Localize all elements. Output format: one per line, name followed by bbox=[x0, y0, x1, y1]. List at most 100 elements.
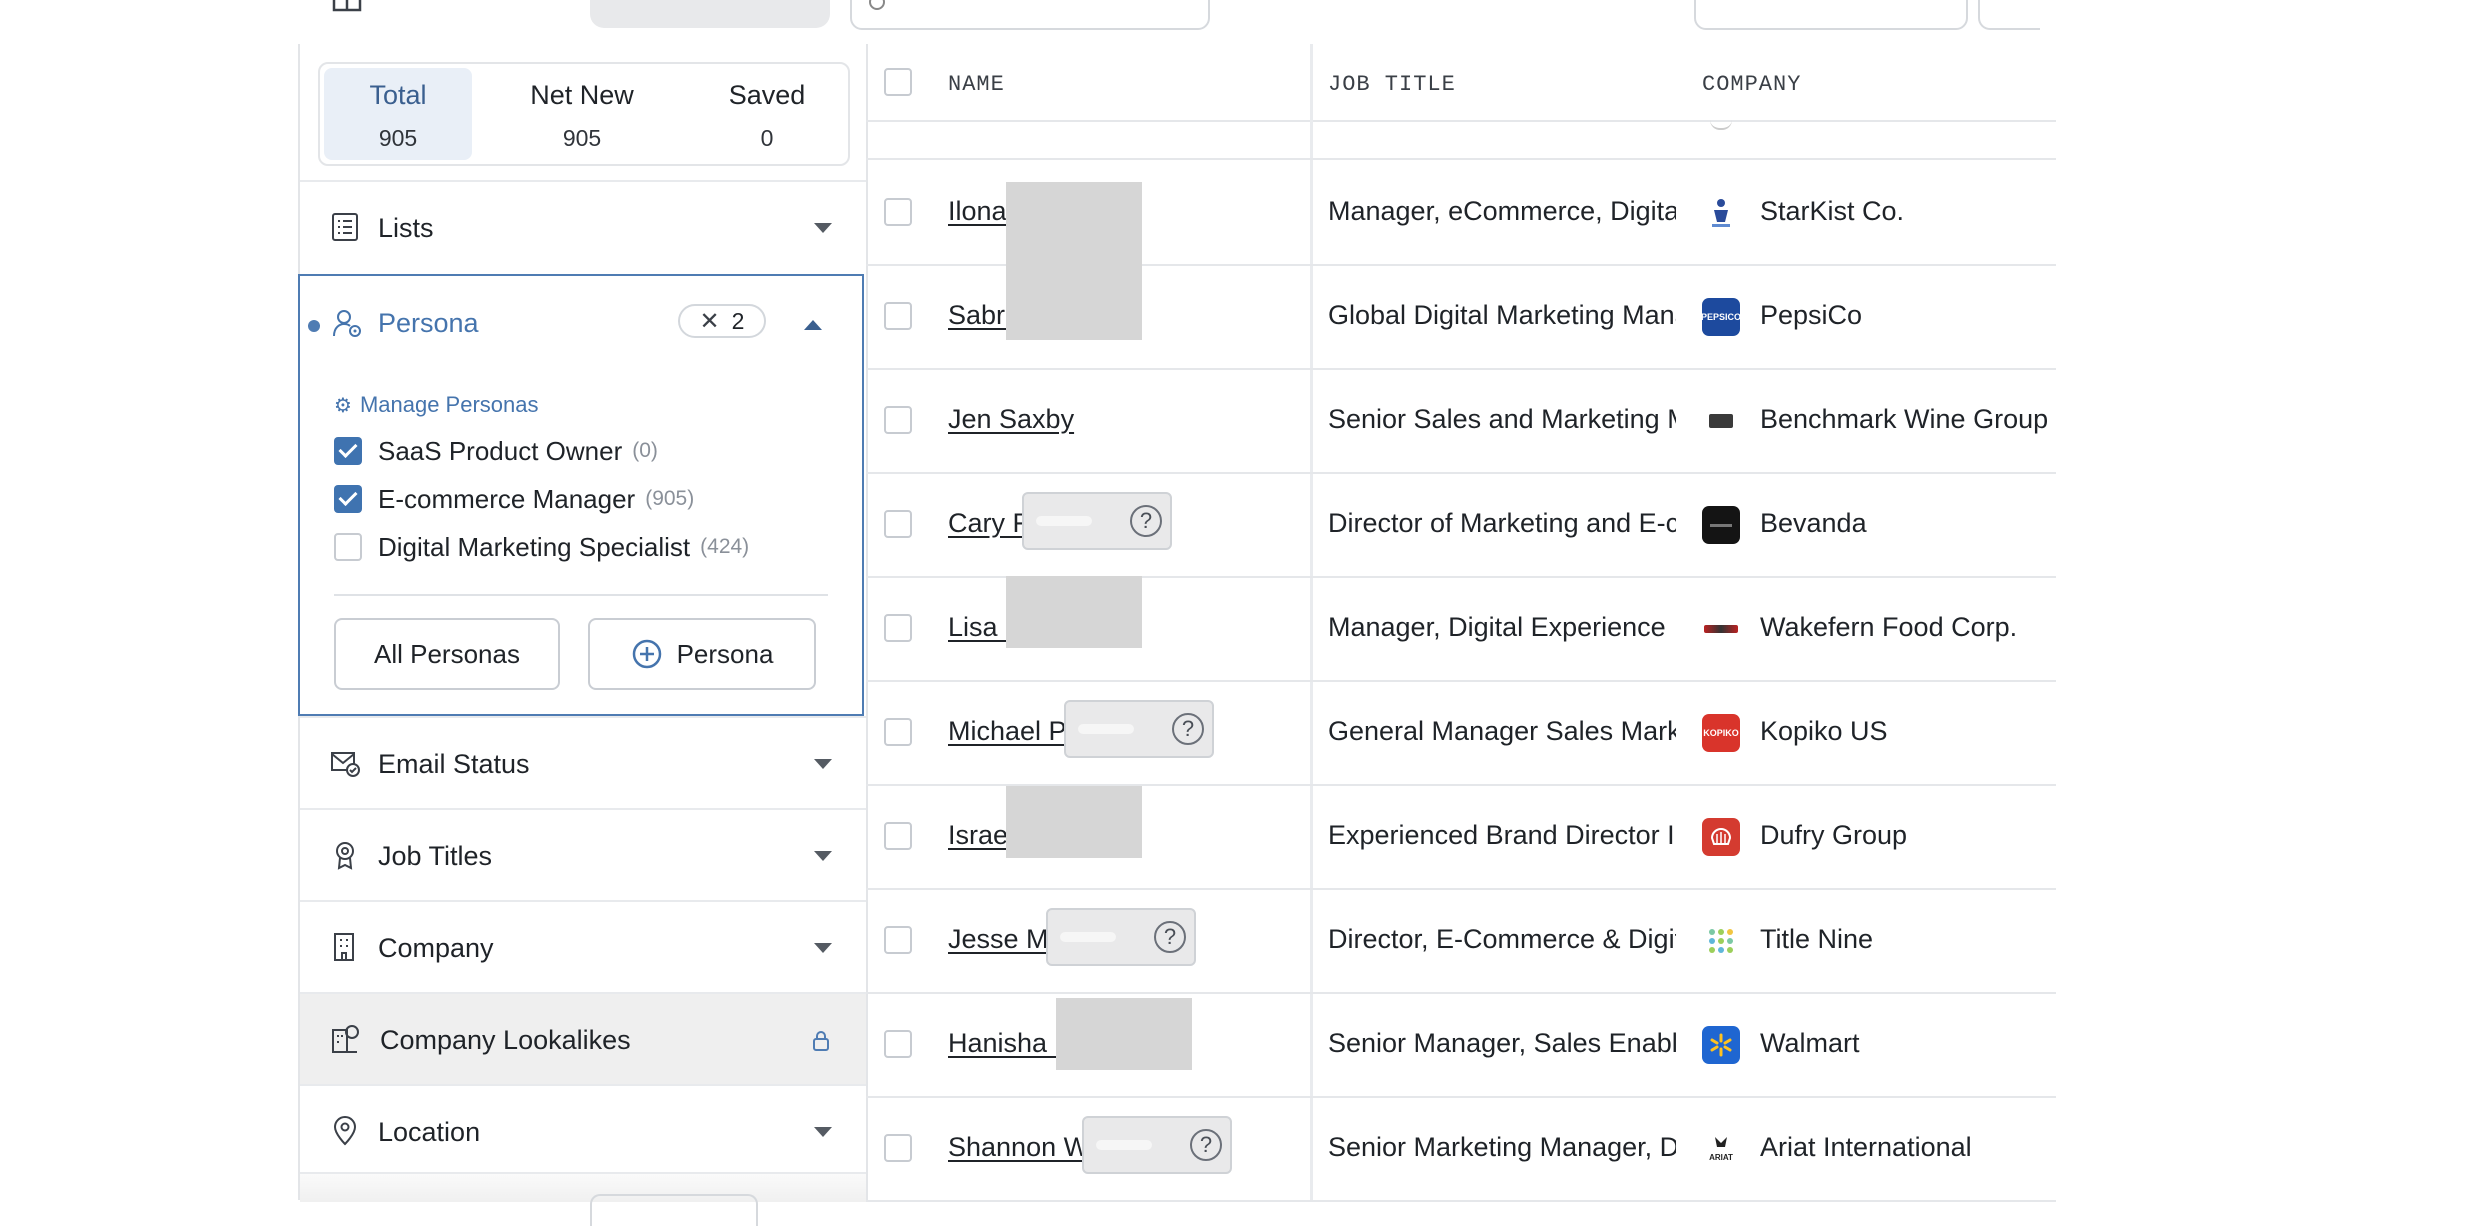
company-name[interactable]: Kopiko US bbox=[1760, 716, 1888, 747]
persona-option-count: (905) bbox=[645, 487, 695, 510]
person-name-link[interactable]: Israel bbox=[948, 820, 1014, 851]
persona-option-count: (424) bbox=[700, 535, 750, 558]
filter-email-status-label: Email Status bbox=[378, 748, 530, 779]
row-checkbox[interactable] bbox=[884, 614, 912, 642]
company-name[interactable]: Title Nine bbox=[1760, 924, 1873, 955]
redacted-name-block bbox=[1006, 786, 1142, 858]
person-name-link[interactable]: Cary F bbox=[948, 508, 1029, 539]
toolbar-button[interactable] bbox=[1978, 0, 2040, 30]
persona-option[interactable]: SaaS Product Owner (0) bbox=[334, 434, 658, 468]
persona-option[interactable]: E-commerce Manager (905) bbox=[334, 482, 694, 516]
search-people-input[interactable] bbox=[850, 0, 1210, 30]
filter-lists[interactable]: Lists bbox=[300, 180, 866, 274]
tab-net-new[interactable]: Net New 905 bbox=[492, 68, 672, 160]
row-checkbox[interactable] bbox=[884, 406, 912, 434]
row-checkbox[interactable] bbox=[884, 198, 912, 226]
filter-email-status[interactable]: Email Status bbox=[300, 716, 866, 810]
help-icon[interactable]: ? bbox=[1130, 505, 1162, 537]
column-header-company[interactable]: COMPANY bbox=[1702, 72, 1801, 97]
tab-saved-count: 0 bbox=[760, 125, 774, 151]
grid-view-icon[interactable] bbox=[332, 0, 362, 12]
tab-saved-label: Saved bbox=[728, 80, 806, 110]
row-checkbox[interactable] bbox=[884, 926, 912, 954]
table-row[interactable]: Jen Saxby Senior Sales and Marketing Man… bbox=[866, 368, 2056, 474]
table-header: NAME JOB TITLE COMPANY bbox=[866, 44, 2056, 122]
persona-selected-count: 2 bbox=[731, 307, 745, 334]
job-title-cell: General Manager Sales Marketing bbox=[1328, 716, 1676, 746]
hidden-surname-pill[interactable]: ? bbox=[1082, 1116, 1232, 1174]
panel-bottom-button[interactable] bbox=[590, 1194, 758, 1226]
column-header-name[interactable]: NAME bbox=[948, 72, 1005, 97]
toolbar-dropdown[interactable] bbox=[1694, 0, 1968, 30]
manage-personas-label: Manage Personas bbox=[359, 392, 539, 417]
filter-job-titles-label: Job Titles bbox=[378, 840, 493, 871]
select-all-checkbox[interactable] bbox=[884, 68, 912, 96]
hidden-surname-pill[interactable]: ? bbox=[1064, 700, 1214, 758]
company-logo bbox=[1702, 610, 1740, 648]
help-icon[interactable]: ? bbox=[1154, 921, 1186, 953]
chevron-down-icon bbox=[814, 1127, 832, 1137]
masked-text bbox=[1036, 516, 1092, 526]
person-name-link[interactable]: Michael P bbox=[948, 716, 1067, 747]
job-title-cell: Manager, Digital Experience bbox=[1328, 612, 1666, 642]
manage-personas-link[interactable]: ⚙ Manage Personas bbox=[334, 392, 539, 418]
table-row[interactable]: Shannon W Senior Marketing Manager, Digi… bbox=[866, 1096, 2056, 1202]
tab-total[interactable]: Total 905 bbox=[324, 68, 472, 160]
row-checkbox[interactable] bbox=[884, 302, 912, 330]
filter-company[interactable]: Company bbox=[300, 900, 866, 994]
persona-checkbox[interactable] bbox=[334, 485, 362, 513]
filter-persona-panel: Persona ✕ 2 ⚙ Manage Personas SaaS Produ… bbox=[298, 274, 864, 716]
job-title-cell: Senior Manager, Sales Enablement bbox=[1328, 1028, 1676, 1058]
filter-location[interactable]: Location bbox=[300, 1084, 866, 1178]
filter-company-lookalikes[interactable]: Company Lookalikes bbox=[300, 992, 866, 1086]
person-name-link[interactable]: Jesse M bbox=[948, 924, 1049, 955]
company-name[interactable]: Benchmark Wine Group bbox=[1760, 404, 2048, 435]
table-row[interactable]: Jesse M Director, E-Commerce & Digital T… bbox=[866, 888, 2056, 994]
row-checkbox[interactable] bbox=[884, 1030, 912, 1058]
filter-job-titles[interactable]: Job Titles bbox=[300, 808, 866, 902]
company-name[interactable]: Dufry Group bbox=[1760, 820, 1907, 851]
stats-tabs: Total 905 Net New 905 Saved 0 bbox=[318, 62, 850, 166]
person-name-link[interactable]: Shannon W bbox=[948, 1132, 1089, 1163]
company-logo-partial bbox=[1710, 120, 1732, 130]
person-name-link[interactable]: Sabri bbox=[948, 300, 1011, 331]
add-persona-button[interactable]: Persona bbox=[588, 618, 816, 690]
row-checkbox[interactable] bbox=[884, 822, 912, 850]
persona-option[interactable]: Digital Marketing Specialist (424) bbox=[334, 530, 749, 564]
row-checkbox[interactable] bbox=[884, 1134, 912, 1162]
company-name[interactable]: PepsiCo bbox=[1760, 300, 1862, 331]
help-icon[interactable]: ? bbox=[1190, 1129, 1222, 1161]
person-name-link[interactable]: Jen Saxby bbox=[948, 404, 1074, 435]
hidden-surname-pill[interactable]: ? bbox=[1022, 492, 1172, 550]
persona-checkbox[interactable] bbox=[334, 533, 362, 561]
table-row[interactable]: Hanisha G Senior Manager, Sales Enableme… bbox=[866, 992, 2056, 1098]
chevron-down-icon bbox=[814, 759, 832, 769]
company-name[interactable]: Wakefern Food Corp. bbox=[1760, 612, 2017, 643]
job-title-cell: Global Digital Marketing Manager bbox=[1328, 300, 1676, 330]
column-header-job-title[interactable]: JOB TITLE bbox=[1328, 72, 1456, 97]
clear-persona-badge[interactable]: ✕ 2 bbox=[678, 304, 766, 338]
job-title-cell: Experienced Brand Director I Global bbox=[1328, 820, 1676, 850]
toolbar-pill[interactable] bbox=[590, 0, 830, 28]
row-checkbox[interactable] bbox=[884, 510, 912, 538]
company-name[interactable]: StarKist Co. bbox=[1760, 196, 1904, 227]
all-personas-button[interactable]: All Personas bbox=[334, 618, 560, 690]
company-logo bbox=[1702, 922, 1740, 960]
row-checkbox[interactable] bbox=[884, 718, 912, 746]
persona-checkbox[interactable] bbox=[334, 437, 362, 465]
tab-total-label: Total bbox=[369, 80, 427, 110]
tab-saved[interactable]: Saved 0 bbox=[696, 68, 838, 160]
chevron-up-icon[interactable] bbox=[804, 320, 822, 330]
company-name[interactable]: Ariat International bbox=[1760, 1132, 1972, 1163]
filter-company-label: Company bbox=[378, 932, 494, 963]
filter-persona-label[interactable]: Persona bbox=[378, 308, 479, 339]
company-name[interactable]: Walmart bbox=[1760, 1028, 1860, 1059]
help-icon[interactable]: ? bbox=[1172, 713, 1204, 745]
badge-icon bbox=[336, 842, 354, 870]
table-row[interactable]: Michael P General Manager Sales Marketin… bbox=[866, 680, 2056, 786]
tab-net-new-count: 905 bbox=[562, 125, 602, 151]
company-name[interactable]: Bevanda bbox=[1760, 508, 1867, 539]
person-name-link[interactable]: Ilona bbox=[948, 196, 1007, 227]
redacted-name-block bbox=[1006, 576, 1142, 648]
hidden-surname-pill[interactable]: ? bbox=[1046, 908, 1196, 966]
